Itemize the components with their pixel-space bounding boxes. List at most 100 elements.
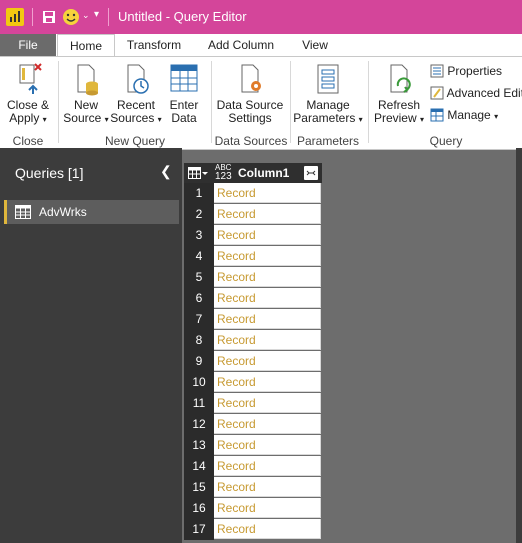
advanced-editor-button[interactable]: Advanced Edit	[430, 86, 522, 100]
divider	[108, 8, 109, 26]
table-menu-icon[interactable]	[188, 167, 208, 182]
manage-parameters-icon	[317, 64, 339, 94]
tab-home[interactable]: Home	[57, 34, 115, 58]
tab-transform[interactable]: Transform	[116, 34, 192, 56]
table-row[interactable]: 14 Record	[184, 456, 322, 477]
row-number[interactable]: 7	[184, 309, 214, 330]
table-row[interactable]: 10 Record	[184, 372, 322, 393]
customize-toolbar-icon[interactable]: ▾	[94, 9, 99, 20]
table-row[interactable]: 12 Record	[184, 414, 322, 435]
table-row[interactable]: 17 Record	[184, 519, 322, 540]
close-apply-button[interactable]: Close & Apply ▾	[2, 62, 54, 126]
manage-icon	[430, 108, 444, 122]
save-icon[interactable]	[42, 8, 56, 26]
queries-title: Queries [1]	[15, 165, 84, 181]
new-source-button[interactable]: New Source ▾	[62, 62, 110, 126]
queries-pane: Queries [1] ❮ AdvWrks	[0, 148, 182, 543]
properties-button[interactable]: Properties	[430, 64, 502, 78]
manage-button[interactable]: Manage ▾	[430, 108, 498, 122]
table-row[interactable]: 16 Record	[184, 498, 322, 519]
table-row[interactable]: 3 Record	[184, 225, 322, 246]
record-cell[interactable]: Record	[214, 435, 321, 455]
divider	[32, 8, 33, 26]
row-number[interactable]: 16	[184, 498, 214, 519]
group-parameters-label: Parameters	[296, 134, 360, 148]
tab-view[interactable]: View	[290, 34, 340, 56]
smiley-icon[interactable]	[62, 8, 80, 26]
table-row[interactable]: 8 Record	[184, 330, 322, 351]
row-number[interactable]: 6	[184, 288, 214, 309]
record-cell[interactable]: Record	[214, 225, 321, 245]
group-separator	[58, 61, 59, 143]
row-number[interactable]: 13	[184, 435, 214, 456]
row-number[interactable]: 8	[184, 330, 214, 351]
row-number[interactable]: 12	[184, 414, 214, 435]
row-number[interactable]: 5	[184, 267, 214, 288]
feedback-dropdown-icon[interactable]: ⌄	[82, 10, 90, 21]
row-number[interactable]: 14	[184, 456, 214, 477]
record-cell[interactable]: Record	[214, 393, 321, 413]
table-row[interactable]: 6 Record	[184, 288, 322, 309]
row-number[interactable]: 1	[184, 183, 214, 204]
record-cell[interactable]: Record	[214, 498, 321, 518]
expand-column-icon[interactable]	[304, 166, 318, 180]
row-number[interactable]: 3	[184, 225, 214, 246]
recent-sources-label-2: Sources	[110, 111, 155, 125]
row-number[interactable]: 11	[184, 393, 214, 414]
table-icon	[15, 205, 31, 219]
table-row[interactable]: 7 Record	[184, 309, 322, 330]
table-row[interactable]: 4 Record	[184, 246, 322, 267]
table-row[interactable]: 1 Record	[184, 183, 322, 204]
table-row[interactable]: 5 Record	[184, 267, 322, 288]
record-cell[interactable]: Record	[214, 204, 321, 224]
record-cell[interactable]: Record	[214, 183, 321, 203]
group-new-query-label: New Query	[104, 134, 166, 148]
tab-add-column[interactable]: Add Column	[196, 34, 286, 56]
query-item-advwrks[interactable]: AdvWrks	[4, 200, 179, 224]
manage-parameters-label-2: Parameters	[293, 111, 356, 125]
record-cell[interactable]: Record	[214, 309, 321, 329]
table-row[interactable]: 2 Record	[184, 204, 322, 225]
table-row[interactable]: 13 Record	[184, 435, 322, 456]
table-row[interactable]: 9 Record	[184, 351, 322, 372]
recent-sources-button[interactable]: Recent Sources ▾	[110, 62, 162, 126]
record-cell[interactable]: Record	[214, 372, 321, 392]
refresh-icon	[390, 64, 411, 93]
window-title: Untitled - Query Editor	[118, 9, 247, 24]
record-cell[interactable]: Record	[214, 288, 321, 308]
table-row[interactable]: 11 Record	[184, 393, 322, 414]
table-row[interactable]: 15 Record	[184, 477, 322, 498]
record-cell[interactable]: Record	[214, 477, 321, 497]
record-cell[interactable]: Record	[214, 351, 321, 371]
row-number[interactable]: 2	[184, 204, 214, 225]
group-query-label: Query	[429, 134, 463, 148]
record-cell[interactable]: Record	[214, 330, 321, 350]
data-source-settings-icon	[241, 64, 261, 93]
record-cell[interactable]: Record	[214, 246, 321, 266]
row-number[interactable]: 10	[184, 372, 214, 393]
row-number[interactable]: 4	[184, 246, 214, 267]
properties-icon	[430, 64, 444, 78]
column-type-icon[interactable]: ABC 123	[215, 164, 232, 182]
advanced-editor-icon	[430, 86, 444, 100]
tab-file[interactable]: File	[0, 34, 56, 56]
properties-label: Properties	[447, 64, 503, 78]
record-cell[interactable]: Record	[214, 267, 321, 287]
record-cell[interactable]: Record	[214, 456, 321, 476]
close-apply-icon	[19, 63, 42, 94]
refresh-preview-button[interactable]: Refresh Preview ▾	[372, 62, 426, 126]
record-cell[interactable]: Record	[214, 414, 321, 434]
row-number[interactable]: 9	[184, 351, 214, 372]
ribbon-tabs: File Home Transform Add Column View	[0, 34, 522, 58]
group-data-sources-label: Data Sources	[214, 134, 288, 148]
data-source-settings-label-2: Settings	[228, 111, 272, 125]
enter-data-button[interactable]: Enter Data	[163, 62, 205, 125]
collapse-pane-icon[interactable]: ❮	[160, 163, 172, 180]
manage-parameters-button[interactable]: Manage Parameters ▾	[292, 62, 364, 126]
column-header-column1[interactable]: Column1	[238, 166, 289, 180]
data-source-settings-button[interactable]: Data Source Settings	[214, 62, 286, 125]
group-separator	[368, 61, 369, 143]
row-number[interactable]: 15	[184, 477, 214, 498]
row-number[interactable]: 17	[184, 519, 214, 540]
record-cell[interactable]: Record	[214, 519, 321, 539]
